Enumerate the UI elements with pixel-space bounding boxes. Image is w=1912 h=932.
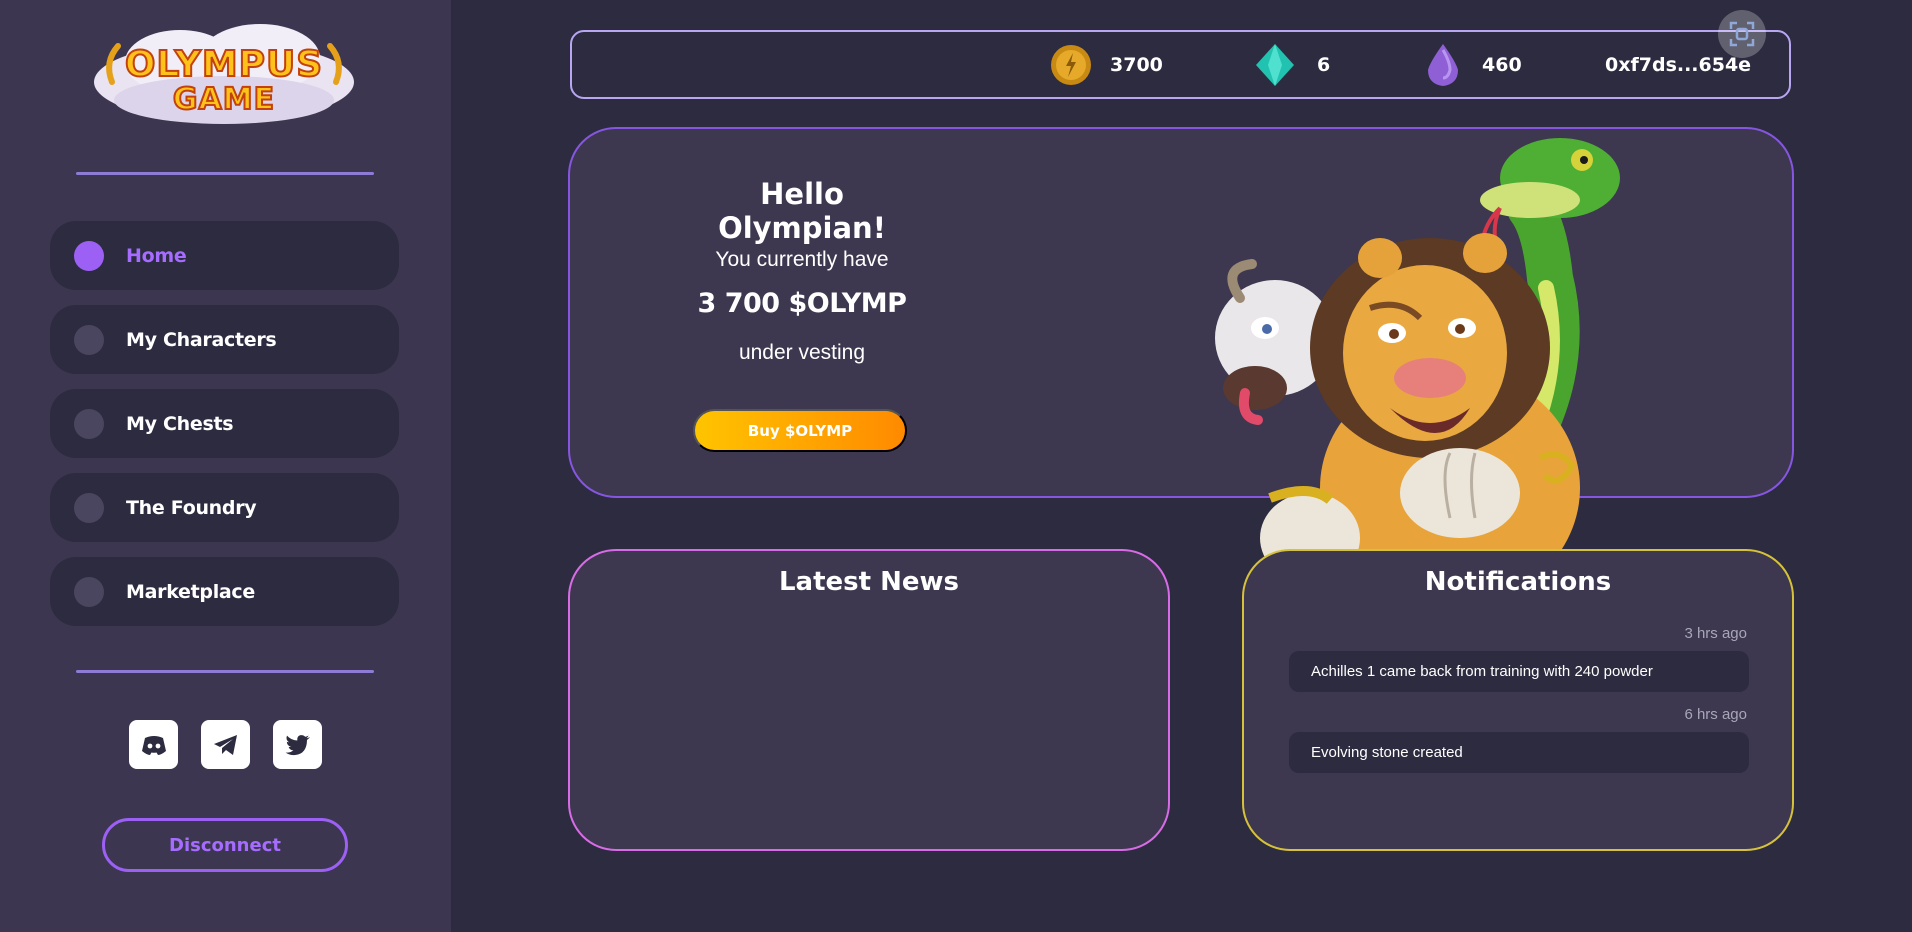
gem-icon [1256,43,1294,86]
discord-link[interactable] [129,720,178,769]
notification-item[interactable]: Achilles 1 came back from training with … [1289,651,1749,692]
sidebar-item-label: My Chests [126,412,234,435]
sidebar-item-label: Home [126,244,187,267]
nav-dot-icon [74,408,104,439]
latest-news-panel: Latest News [568,549,1170,851]
nav-dot-icon [74,492,104,523]
crystal-icon [1428,43,1458,86]
sidebar-item-the-foundry[interactable]: The Foundry [50,473,399,542]
sidebar-item-my-characters[interactable]: My Characters [50,305,399,374]
twitter-icon [285,734,310,755]
sidebar-item-marketplace[interactable]: Marketplace [50,557,399,626]
disconnect-button[interactable]: Disconnect [102,818,348,872]
scan-button[interactable] [1718,10,1766,58]
scan-icon [1729,21,1755,47]
twitter-link[interactable] [273,720,322,769]
sidebar-nav: Home My Characters My Chests The Foundry… [50,221,399,641]
latest-news-title: Latest News [778,567,960,597]
crystal-stat: 460 [1422,32,1522,97]
sidebar-divider-top [76,172,374,175]
buy-olymp-button[interactable]: Buy $OLYMP [693,409,907,452]
logo-text-game: GAME [172,81,276,118]
vesting-amount: 3 700 $OLYMP [697,288,907,319]
notification-item[interactable]: Evolving stone created [1289,732,1749,773]
hero-line-have: You currently have [715,248,889,271]
nav-dot-icon [74,576,104,607]
sidebar-item-label: Marketplace [126,580,255,603]
sidebar-item-label: My Characters [126,328,277,351]
olympus-game-logo[interactable]: OLYMPUS GAME [90,22,358,128]
coin-icon [1051,44,1091,85]
gem-balance: 6 [1317,53,1331,76]
crystal-balance: 460 [1482,53,1522,76]
notification-time: 6 hrs ago [1684,706,1747,723]
nav-dot-icon [74,240,104,271]
notifications-panel: Notifications 3 hrs ago Achilles 1 came … [1242,549,1794,851]
discord-icon [141,735,166,755]
hero-line-vesting: under vesting [738,341,866,364]
sidebar-item-label: The Foundry [126,496,257,519]
gem-stat: 6 [1252,32,1330,97]
nav-dot-icon [74,324,104,355]
notifications-title: Notifications [1424,567,1612,597]
coin-balance: 3700 [1110,53,1163,76]
social-links [129,720,322,769]
coin-stat: 3700 [1049,32,1163,97]
telegram-link[interactable] [201,720,250,769]
telegram-icon [213,734,237,755]
sidebar-divider-bottom [76,670,374,673]
notification-time: 3 hrs ago [1684,625,1747,642]
wallet-stats-bar: 3700 6 460 0xf7ds...654e [570,30,1791,99]
sidebar: OLYMPUS GAME Home My Characters My Chest… [0,0,451,932]
wallet-address-text: 0xf7ds...654e [1605,53,1752,76]
sidebar-item-home[interactable]: Home [50,221,399,290]
hero-title: Hello Olympian! [718,177,886,245]
logo-text-olympus: OLYMPUS [124,43,324,86]
sidebar-item-my-chests[interactable]: My Chests [50,389,399,458]
chimera-mascot-illustration [1215,138,1620,578]
